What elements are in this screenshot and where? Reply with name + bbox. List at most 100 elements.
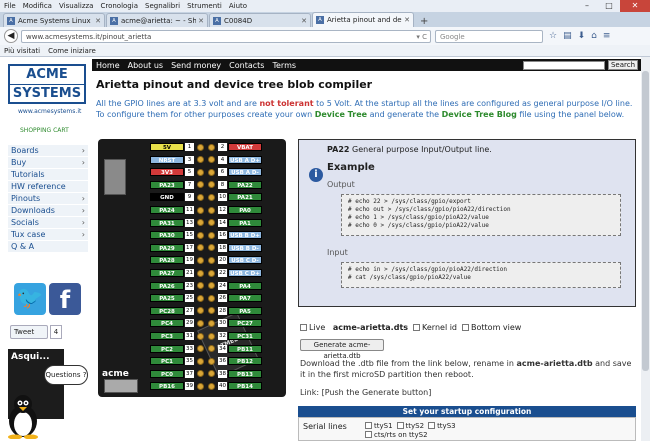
twitter-icon[interactable]: 🐦 xyxy=(14,283,46,315)
pin-label[interactable]: PA30 xyxy=(150,231,184,240)
generate-button[interactable]: Generate acme-arietta.dtb xyxy=(300,339,384,360)
facebook-icon[interactable]: f xyxy=(49,283,81,315)
pin-label[interactable]: PC0 xyxy=(150,369,184,378)
pin-row[interactable]: 24 PA4 xyxy=(206,281,262,291)
pin-row[interactable]: 38 PB13 xyxy=(206,369,262,379)
menu-item[interactable]: Aiuto xyxy=(229,2,247,10)
pin-label[interactable]: PA21 xyxy=(228,193,262,202)
pin-row[interactable]: 18 USB B D- xyxy=(206,243,262,253)
pin-row[interactable]: 3V3 5 xyxy=(150,167,206,177)
pin-label[interactable]: PC1 xyxy=(150,357,184,366)
close-tab-icon[interactable]: ✕ xyxy=(198,17,204,25)
pin-label[interactable]: NRST xyxy=(150,155,184,164)
pin-row[interactable]: PC4 29 xyxy=(150,318,206,328)
topnav-link[interactable]: About us xyxy=(128,61,163,70)
menu-item[interactable]: File xyxy=(4,2,16,10)
pin-row[interactable]: 22 USB C D+ xyxy=(206,268,262,278)
serial-checkbox[interactable] xyxy=(365,431,372,438)
menu-item[interactable]: Segnalibri xyxy=(145,2,180,10)
live-checkbox[interactable] xyxy=(300,324,307,331)
nav-item[interactable]: Boards › xyxy=(8,145,88,157)
topnav-link[interactable]: Home xyxy=(96,61,120,70)
pin-row[interactable]: PA25 25 xyxy=(150,293,206,303)
serial-option[interactable]: ttyS1 xyxy=(365,421,393,430)
pin-row[interactable]: 12 PA0 xyxy=(206,205,262,215)
pin-label[interactable]: PA24 xyxy=(150,206,184,214)
pin-label[interactable]: USB C D- xyxy=(228,256,262,265)
pin-row[interactable]: 16 USB B D+ xyxy=(206,230,262,240)
pin-row[interactable]: 32 PC31 xyxy=(206,331,262,341)
back-button[interactable]: ◀ xyxy=(4,29,18,43)
dtb-link[interactable]: Link: [Push the Generate button] xyxy=(300,388,431,397)
site-search-input[interactable] xyxy=(523,60,605,70)
scrollbar-thumb[interactable] xyxy=(642,71,649,371)
device-tree-link[interactable]: Device Tree xyxy=(315,110,367,119)
nav-item[interactable]: Downloads › xyxy=(8,205,88,217)
pin-row[interactable]: PA27 21 xyxy=(150,268,206,278)
vertical-scrollbar[interactable] xyxy=(641,57,650,441)
pin-row[interactable]: 36 PB12 xyxy=(206,356,262,366)
pin-label[interactable]: USB A D- xyxy=(228,168,262,177)
pin-label[interactable]: PA27 xyxy=(150,269,184,277)
nav-item[interactable]: HW reference xyxy=(8,181,88,193)
pin-row[interactable]: 28 PA5 xyxy=(206,306,262,316)
pin-row[interactable]: 30 PC27 xyxy=(206,318,262,328)
device-tree-blog-link[interactable]: Device Tree Blog xyxy=(442,110,517,119)
pin-label[interactable]: PC3 xyxy=(150,332,184,340)
pin-label[interactable]: PC2 xyxy=(150,344,184,353)
reload-icon[interactable]: ▾ C xyxy=(400,31,430,42)
browser-tab[interactable]: A C0084D ✕ xyxy=(209,13,311,27)
pin-label[interactable]: PC4 xyxy=(150,319,184,328)
pin-label[interactable]: PA25 xyxy=(150,294,184,303)
pin-row[interactable]: PA23 7 xyxy=(150,180,206,190)
pin-label[interactable]: PA5 xyxy=(228,306,262,315)
pin-label[interactable]: 3V3 xyxy=(150,168,184,177)
bookmark-most-visited[interactable]: Più visitati xyxy=(4,47,40,55)
close-tab-icon[interactable]: ✕ xyxy=(404,16,410,24)
url-bar[interactable]: www.acmesystems.it/pinout_arietta ▾ C xyxy=(21,29,431,43)
pin-label[interactable]: 5V xyxy=(150,143,184,151)
nav-item[interactable]: Buy › xyxy=(8,157,88,169)
pin-row[interactable]: PC3 31 xyxy=(150,331,206,341)
pin-label[interactable]: PA23 xyxy=(150,180,184,189)
pin-row[interactable]: 6 USB A D- xyxy=(206,167,262,177)
download-icon[interactable]: ⬇ xyxy=(578,31,586,41)
pin-label[interactable]: PA28 xyxy=(150,256,184,265)
pin-label[interactable]: PB11 xyxy=(228,344,262,353)
pin-row[interactable]: 10 PA21 xyxy=(206,192,262,202)
pin-row[interactable]: PB16 39 xyxy=(150,381,206,391)
menu-icon[interactable]: ≡ xyxy=(603,31,611,41)
serial-checkbox[interactable] xyxy=(428,422,436,429)
pin-label[interactable]: PB13 xyxy=(228,369,262,378)
pin-label[interactable]: PA0 xyxy=(228,206,262,214)
serial-checkbox[interactable] xyxy=(365,422,372,429)
pin-row[interactable]: PA24 11 xyxy=(150,205,206,215)
pin-row[interactable]: 26 PA7 xyxy=(206,293,262,303)
pin-label[interactable]: PA4 xyxy=(228,281,262,290)
nav-item[interactable]: Tux case › xyxy=(8,229,88,241)
url-text[interactable]: www.acmesystems.it/pinout_arietta xyxy=(26,31,400,42)
pin-label[interactable]: VBAT xyxy=(228,143,262,151)
pin-row[interactable]: NRST 3 xyxy=(150,155,206,165)
pin-row[interactable]: 2 VBAT xyxy=(206,142,262,152)
library-icon[interactable]: ▤ xyxy=(563,31,572,41)
nav-item[interactable]: Socials › xyxy=(8,217,88,229)
serial-option[interactable]: ttyS2 xyxy=(396,421,424,430)
pin-label[interactable]: PC31 xyxy=(228,332,262,340)
pin-row[interactable]: PA29 17 xyxy=(150,243,206,253)
maximize-button[interactable]: □ xyxy=(598,0,620,12)
new-tab-button[interactable]: + xyxy=(420,16,428,27)
pin-label[interactable]: PB14 xyxy=(228,382,262,391)
topnav-link[interactable]: Contacts xyxy=(229,61,264,70)
topnav-link[interactable]: Send money xyxy=(171,61,221,70)
menu-item[interactable]: Cronologia xyxy=(100,2,138,10)
pin-row[interactable]: PA31 13 xyxy=(150,218,206,228)
tweet-button[interactable]: Tweet xyxy=(10,325,48,339)
bottom-view-checkbox[interactable] xyxy=(462,324,470,331)
pin-row[interactable]: PC2 33 xyxy=(150,344,206,354)
pin-label[interactable]: USB A D+ xyxy=(228,155,262,164)
serial-option[interactable]: cts/rts on ttyS2 xyxy=(365,430,428,439)
site-link[interactable]: www.acmesystems.it xyxy=(18,108,81,115)
nav-item[interactable]: Q & A xyxy=(8,241,88,253)
pin-row[interactable]: PA26 23 xyxy=(150,281,206,291)
